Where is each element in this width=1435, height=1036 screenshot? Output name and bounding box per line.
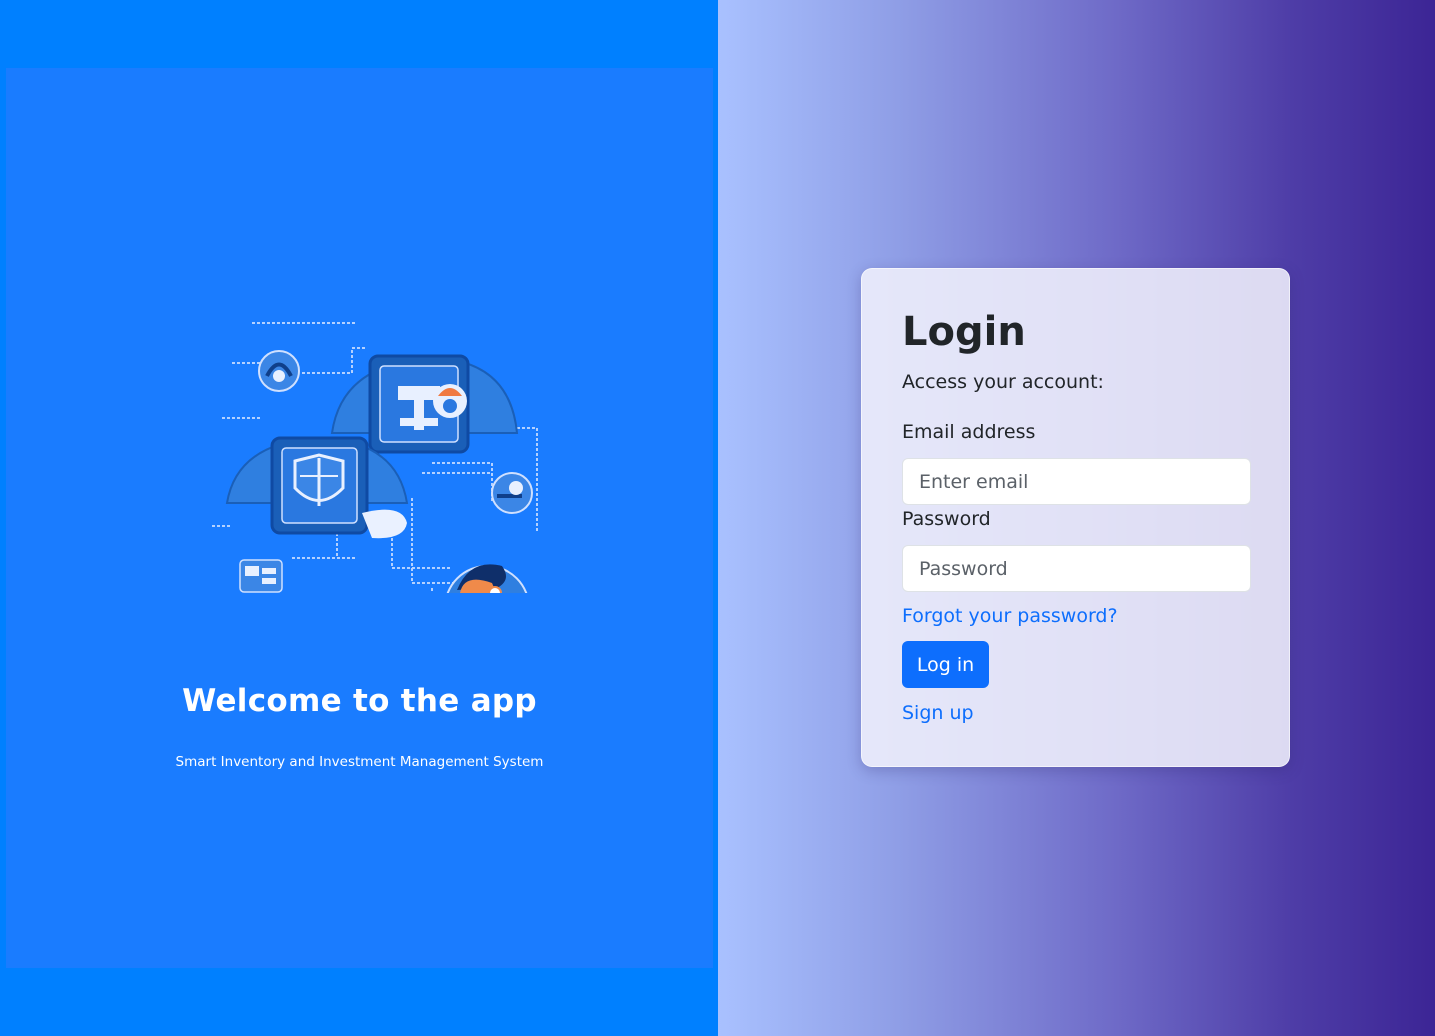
password-label: Password <box>902 508 991 530</box>
login-side: Login Access your account: Email address… <box>718 0 1435 1036</box>
welcome-title: Welcome to the app <box>182 683 537 719</box>
forgot-password-link[interactable]: Forgot your password? <box>902 605 1118 627</box>
welcome-side: Welcome to the app Smart Inventory and I… <box>0 0 718 1036</box>
welcome-tagline: Smart Inventory and Investment Managemen… <box>175 754 544 770</box>
security-network-illustration <box>212 322 538 593</box>
login-title: Login <box>902 309 1026 355</box>
login-subtitle: Access your account: <box>902 371 1104 393</box>
login-button[interactable]: Log in <box>902 641 989 688</box>
signup-link[interactable]: Sign up <box>902 702 974 724</box>
welcome-panel: Welcome to the app Smart Inventory and I… <box>6 68 713 968</box>
email-label: Email address <box>902 421 1036 443</box>
password-input[interactable] <box>902 545 1251 592</box>
email-input[interactable] <box>902 458 1251 505</box>
login-card: Login Access your account: Email address… <box>861 268 1290 767</box>
login-page: Welcome to the app Smart Inventory and I… <box>0 0 1435 1036</box>
